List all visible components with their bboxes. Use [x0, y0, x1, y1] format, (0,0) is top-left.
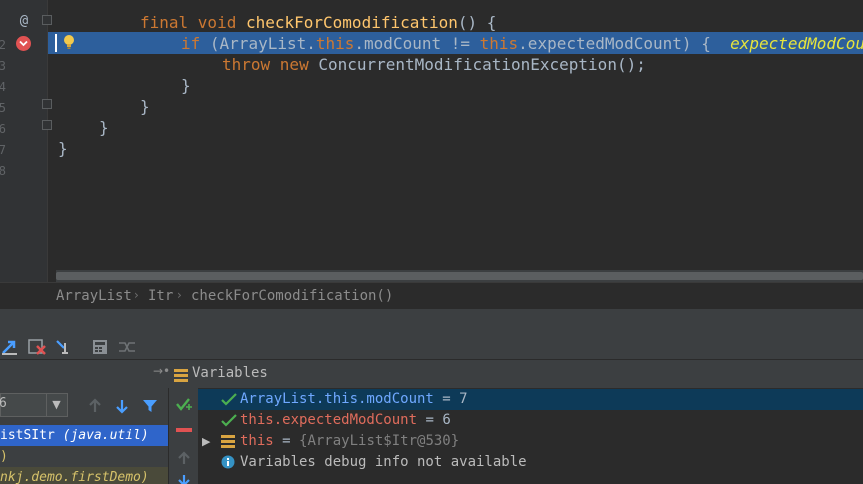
variable-row[interactable]: ▶ this = {ArrayList$Itr@530} [198, 431, 863, 452]
chevron-right-icon: › [177, 288, 182, 302]
variables-title: Variables [192, 365, 268, 381]
code-token: checkForComodification [245, 13, 458, 32]
watch-icon [221, 391, 237, 407]
breadcrumb-item[interactable]: checkForComodification() [191, 288, 393, 304]
fold-marker-icon[interactable] [42, 99, 52, 109]
variable-equals: = [273, 433, 300, 449]
code-line[interactable]: } [99, 117, 109, 138]
frame-row[interactable]: istSItr (java.util) [0, 425, 168, 446]
code-token: this [479, 34, 519, 53]
info-icon [221, 455, 235, 469]
variable-name: this.expectedModCount [240, 412, 418, 428]
breadcrumb: ArrayList › Itr › checkForComodification… [0, 282, 863, 308]
code-token: .expectedModCount) { [518, 34, 731, 53]
line-number: 4 [0, 80, 6, 94]
code-token: new [279, 55, 319, 74]
variable-name: ArrayList.this.modCount [240, 391, 434, 407]
override-icon[interactable]: @ [16, 13, 32, 29]
trace-stream-icon[interactable] [117, 337, 137, 357]
new-watch-icon[interactable] [175, 396, 193, 414]
object-icon [221, 434, 235, 448]
step-out-icon[interactable] [0, 337, 20, 357]
code-line[interactable]: throw new ConcurrentModificationExceptio… [222, 54, 646, 75]
variable-value: {ArrayList$Itr@530} [299, 433, 460, 449]
thread-selector-value: 6 [0, 396, 7, 411]
code-token: final [140, 13, 198, 32]
code-token: throw [222, 55, 280, 74]
run-to-cursor-icon[interactable] [54, 337, 74, 357]
variable-value: 7 [459, 391, 468, 407]
fold-marker-icon[interactable] [42, 15, 52, 25]
intention-bulb-icon[interactable] [60, 33, 78, 51]
frame-row[interactable]: nkj.demo.firstDemo) [0, 467, 168, 484]
line-number: 7 [0, 143, 6, 157]
line-number: 5 [0, 101, 6, 115]
code-token: .modCount != [354, 34, 480, 53]
debug-toolbar [0, 334, 863, 360]
filter-icon[interactable] [141, 397, 159, 415]
frame-method: nkj.demo.firstDemo) [0, 470, 149, 484]
frames-header [0, 360, 168, 388]
line-number: 3 [0, 59, 6, 73]
variable-value: 6 [442, 412, 451, 428]
variables-info-message: Variables debug info not available [240, 454, 527, 470]
code-line-current[interactable]: if (ArrayList.this.modCount != this.expe… [181, 33, 863, 54]
breadcrumb-item[interactable]: Itr [148, 288, 173, 304]
variable-row: Variables debug info not available [198, 452, 863, 473]
line-number: 6 [0, 122, 6, 136]
editor-gutter[interactable]: 2 3 4 5 6 7 8 @ [0, 0, 52, 282]
breakpoint-icon[interactable] [15, 35, 32, 52]
chevron-down-icon[interactable]: ▼ [46, 394, 66, 416]
scrollbar-thumb[interactable] [56, 272, 863, 280]
code-token: ConcurrentModificationException(); [318, 55, 646, 74]
frame-method: ) [0, 449, 8, 464]
watch-icon [221, 412, 237, 428]
chevron-right-icon: › [134, 288, 139, 302]
code-line[interactable]: final void checkForComodification() { [140, 12, 496, 33]
variable-row[interactable]: this.expectedModCount = 6 [198, 410, 863, 431]
evaluate-expression-icon[interactable] [90, 337, 110, 357]
variables-header: →• Variables [145, 360, 863, 388]
variable-name: this [240, 433, 274, 449]
arrow-down-icon[interactable] [175, 472, 193, 484]
drop-frame-icon[interactable] [27, 337, 47, 357]
frame-method: istSItr [0, 428, 55, 443]
arrow-down-icon[interactable] [113, 397, 131, 415]
variables-icon [174, 367, 188, 382]
code-token: () { [457, 13, 497, 32]
variable-row[interactable]: ArrayList.this.modCount = 7 [198, 389, 863, 410]
line-number: 8 [0, 164, 6, 178]
inline-debug-value: expectedModCount: 6 [730, 34, 863, 53]
frame-row[interactable]: ) [0, 446, 168, 467]
breadcrumb-item[interactable]: ArrayList [56, 288, 132, 304]
code-line[interactable]: } [58, 138, 68, 159]
panel-splitter[interactable] [0, 308, 863, 334]
arrow-up-icon[interactable] [86, 397, 104, 415]
code-line[interactable]: } [181, 75, 191, 96]
remove-watch-icon[interactable] [176, 428, 192, 432]
line-number: 2 [0, 38, 6, 52]
code-token: if [181, 34, 210, 53]
pin-icon[interactable]: →• [153, 364, 170, 378]
code-line[interactable]: } [140, 96, 150, 117]
fold-marker-icon[interactable] [42, 120, 52, 130]
code-token: this [315, 34, 355, 53]
text-caret [55, 34, 57, 52]
variable-equals: = [417, 412, 443, 428]
code-token: (ArrayList. [209, 34, 316, 53]
expand-arrow-icon[interactable]: ▶ [202, 431, 210, 452]
variable-equals: = [433, 391, 460, 407]
arrow-up-icon[interactable] [175, 449, 193, 467]
code-token: void [197, 13, 246, 32]
frame-location: (java.util) [54, 428, 149, 443]
code-editor[interactable]: 2 3 4 5 6 7 8 @ final void checkForComod… [0, 0, 863, 282]
